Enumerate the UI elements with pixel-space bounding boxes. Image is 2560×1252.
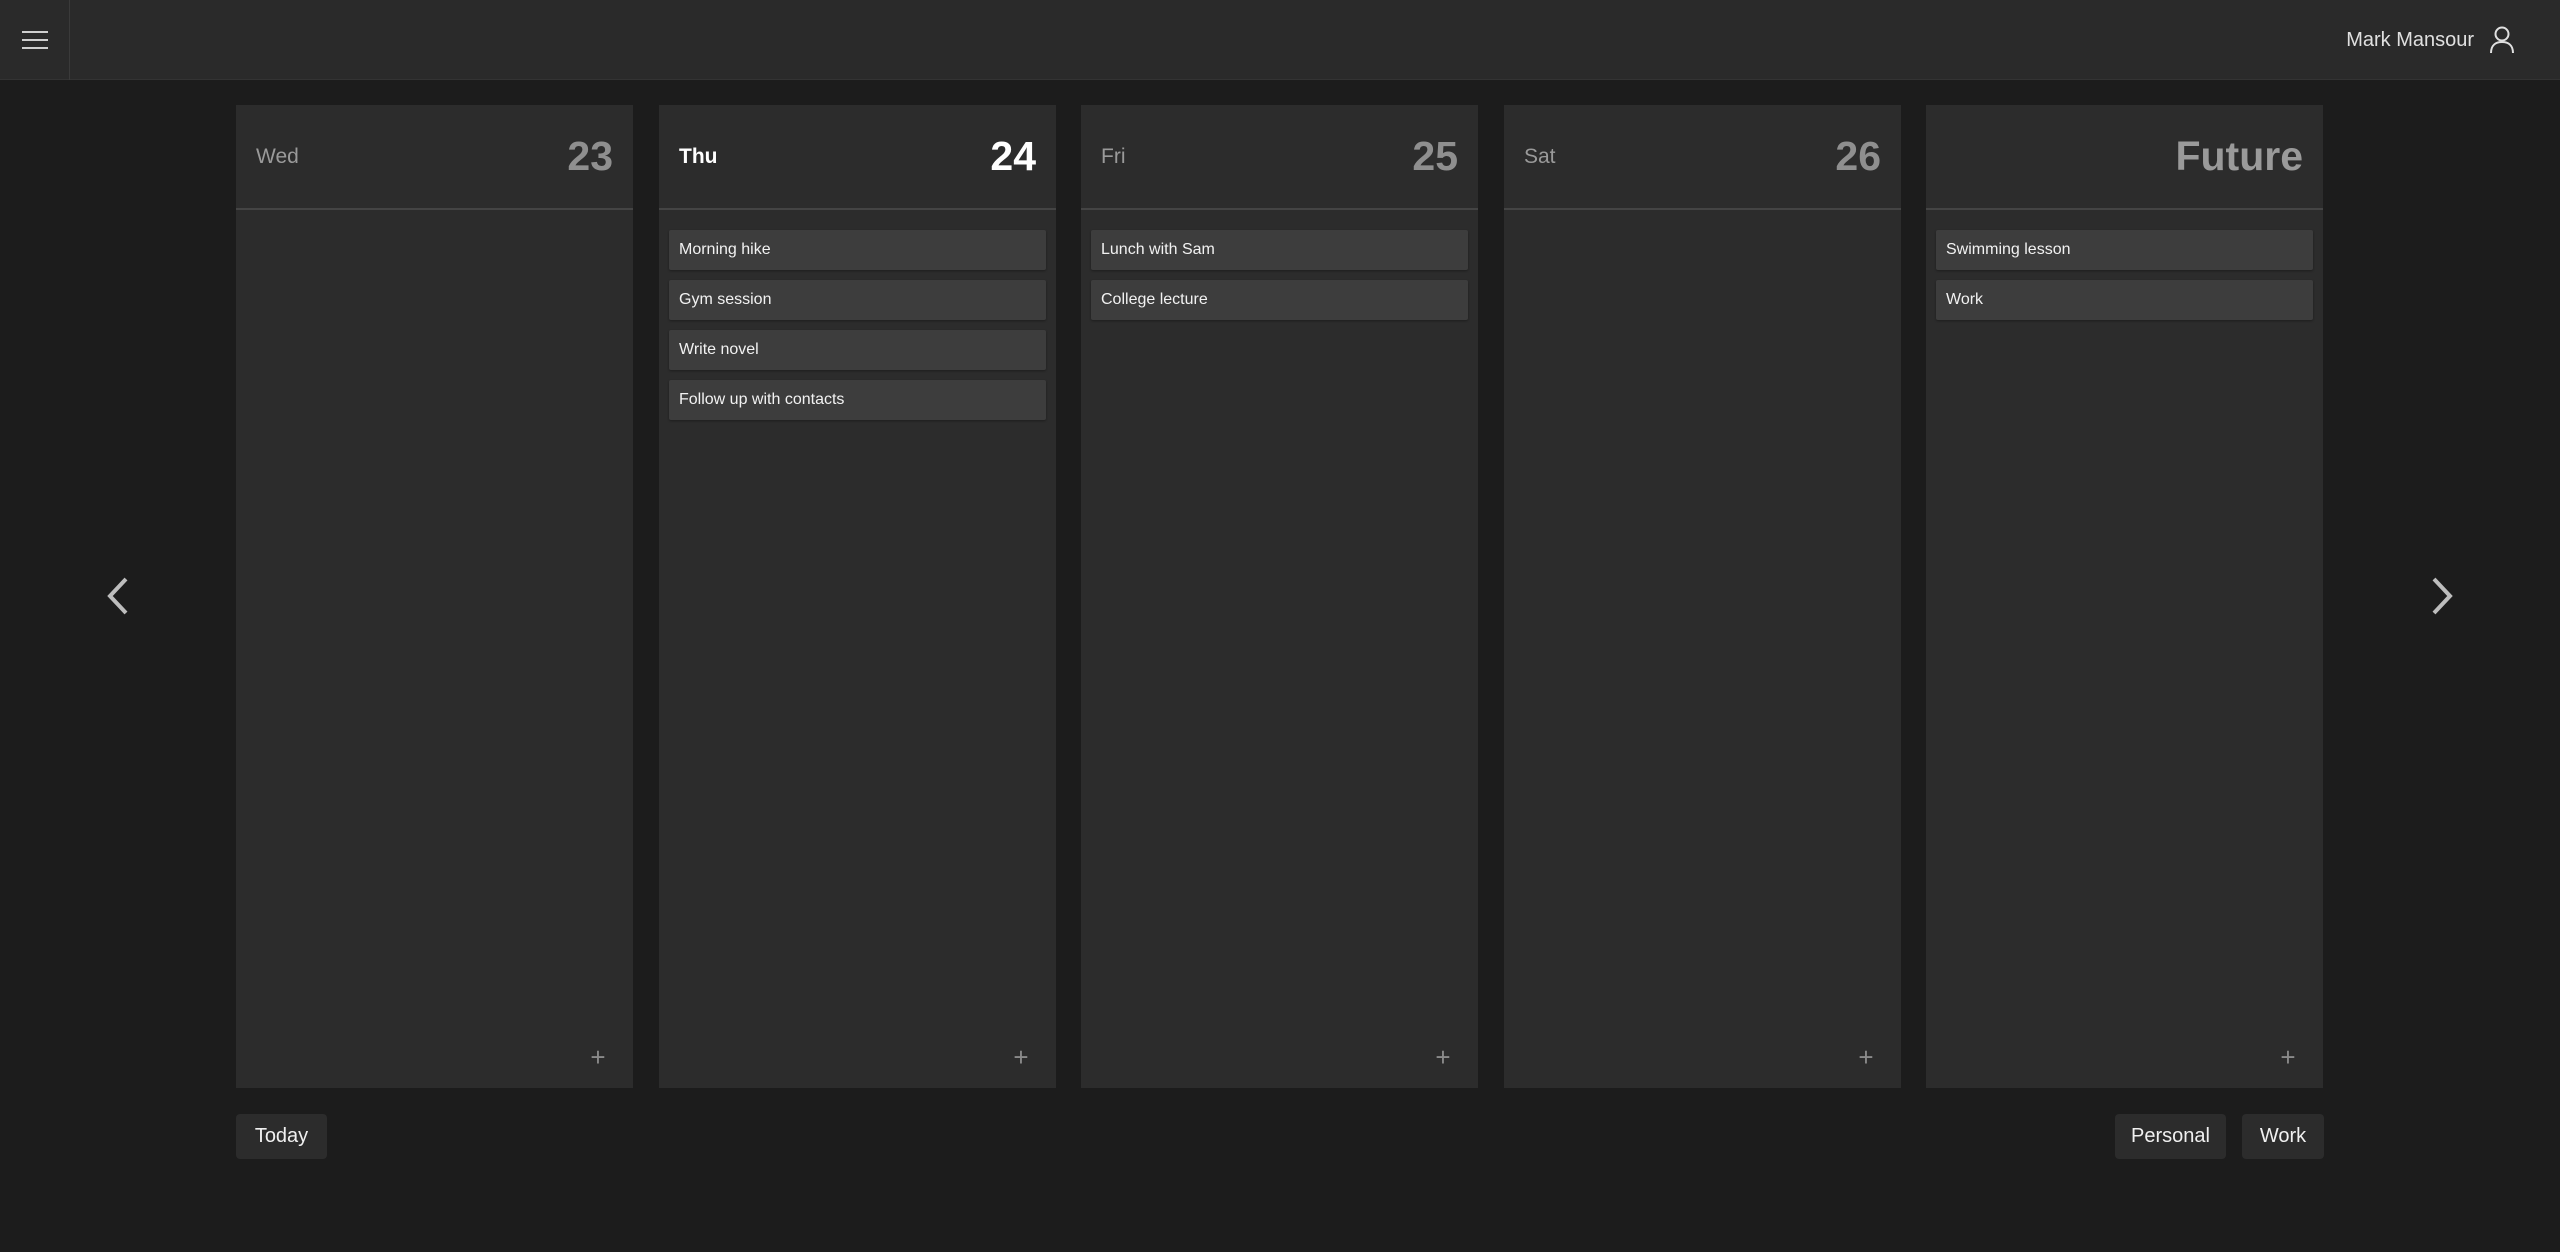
hamburger-menu-icon: [21, 31, 48, 49]
list-work-button[interactable]: Work: [2242, 1114, 2324, 1159]
task-item[interactable]: Follow up with contacts: [669, 380, 1046, 420]
day-name: Sat: [1524, 144, 1556, 168]
task-item[interactable]: Write novel: [669, 330, 1046, 370]
today-button[interactable]: Today: [236, 1114, 327, 1159]
add-task-button[interactable]: +: [1432, 1044, 1454, 1070]
day-column-sat: Sat 26 +: [1504, 105, 1901, 1088]
task-item[interactable]: College lecture: [1091, 280, 1468, 320]
column-header: Thu 24: [659, 105, 1056, 210]
day-number: 25: [1412, 133, 1458, 179]
column-header: Sat 26: [1504, 105, 1901, 210]
column-header: Wed 23: [236, 105, 633, 210]
task-item[interactable]: Swimming lesson: [1936, 230, 2313, 270]
add-task-button[interactable]: +: [1855, 1044, 1877, 1070]
next-days-button[interactable]: [2422, 570, 2462, 622]
task-item[interactable]: Morning hike: [669, 230, 1046, 270]
user-menu[interactable]: Mark Mansour: [2346, 0, 2516, 80]
list-personal-button[interactable]: Personal: [2115, 1114, 2226, 1159]
task-item[interactable]: Work: [1936, 280, 2313, 320]
day-column-fri: Fri 25 Lunch with Sam College lecture +: [1081, 105, 1478, 1088]
chevron-left-icon: [107, 577, 128, 615]
day-column-thu: Thu 24 Morning hike Gym session Write no…: [659, 105, 1056, 1088]
task-list: Lunch with Sam College lecture: [1081, 210, 1478, 320]
task-item[interactable]: Gym session: [669, 280, 1046, 320]
previous-days-button[interactable]: [98, 570, 138, 622]
add-task-button[interactable]: +: [2277, 1044, 2299, 1070]
user-icon: [2488, 25, 2516, 55]
task-list: [236, 210, 633, 230]
day-name: Thu: [679, 144, 718, 168]
day-column-wed: Wed 23 +: [236, 105, 633, 1088]
menu-button[interactable]: [0, 0, 70, 80]
task-item[interactable]: Lunch with Sam: [1091, 230, 1468, 270]
day-name: Fri: [1101, 144, 1126, 168]
chevron-right-icon: [2432, 577, 2453, 615]
task-list: Swimming lesson Work: [1926, 210, 2323, 320]
day-name: Wed: [256, 144, 299, 168]
column-header: Fri 25: [1081, 105, 1478, 210]
task-list: Morning hike Gym session Write novel Fol…: [659, 210, 1056, 420]
column-header: Future: [1926, 105, 2323, 210]
task-list: [1504, 210, 1901, 230]
day-number: Future: [2175, 133, 2303, 179]
top-bar: Mark Mansour: [0, 0, 2560, 80]
day-number: 23: [567, 133, 613, 179]
day-column-future: Future Swimming lesson Work +: [1926, 105, 2323, 1088]
add-task-button[interactable]: +: [587, 1044, 609, 1070]
user-name: Mark Mansour: [2346, 28, 2474, 51]
add-task-button[interactable]: +: [1010, 1044, 1032, 1070]
day-number: 24: [990, 133, 1036, 179]
day-number: 26: [1835, 133, 1881, 179]
